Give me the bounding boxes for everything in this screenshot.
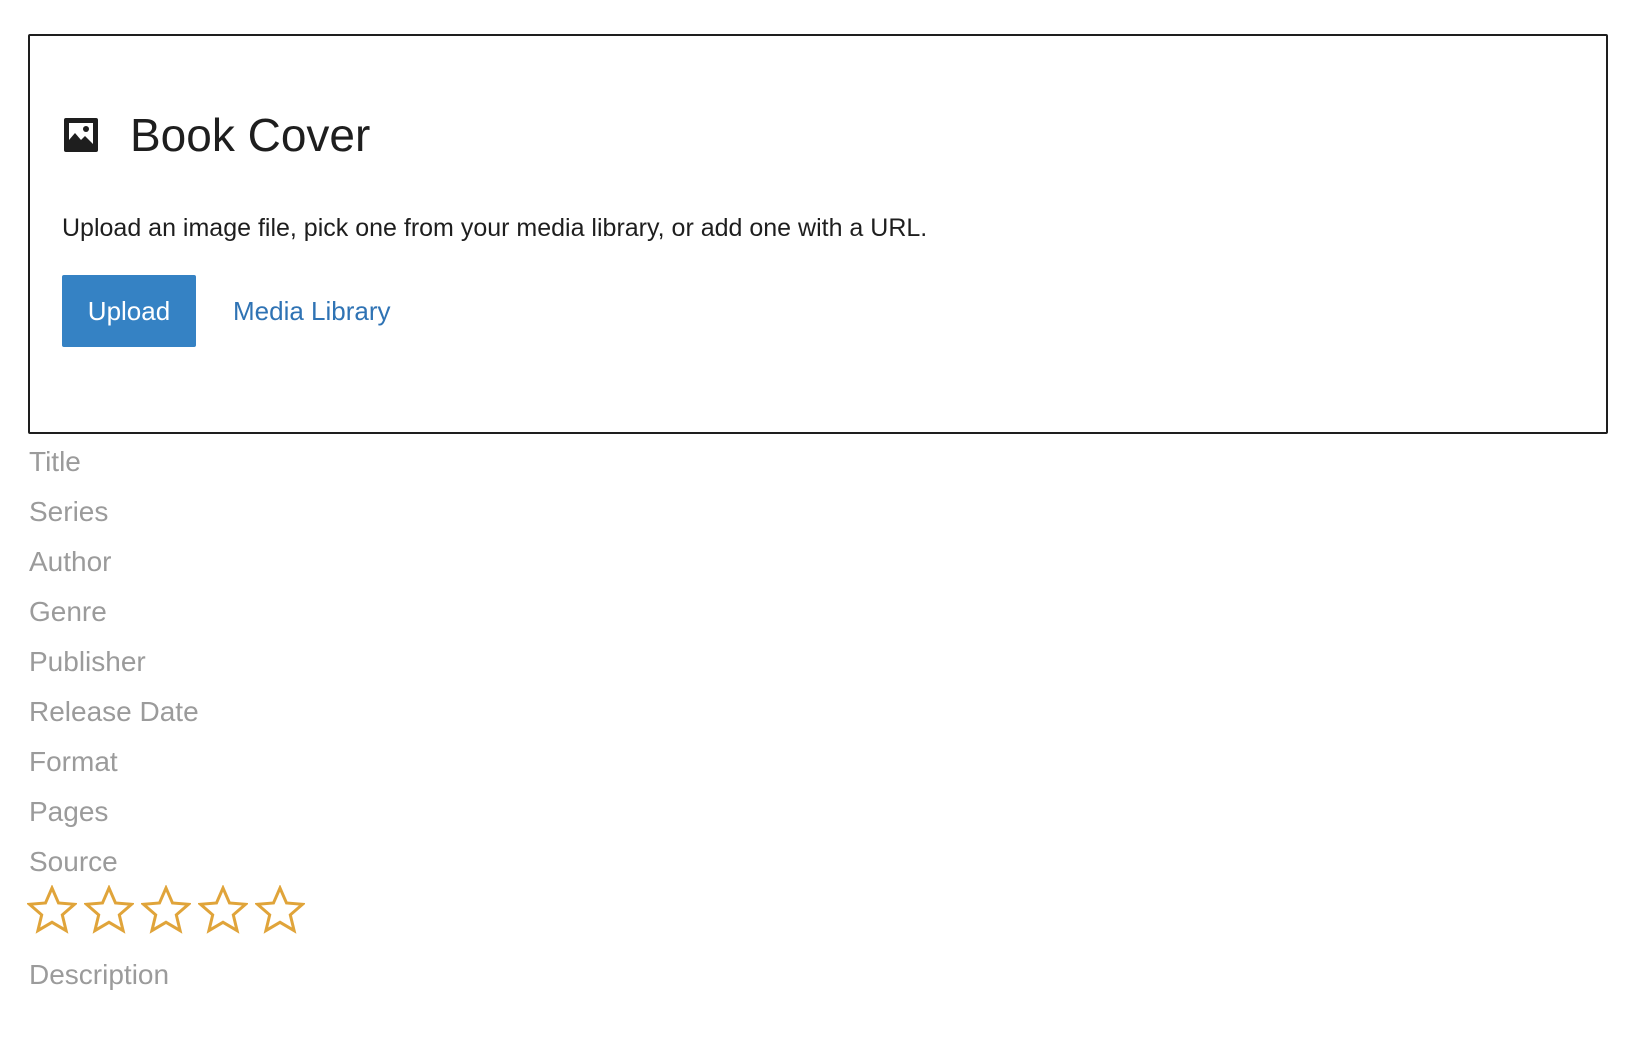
star-icon-1[interactable] — [27, 885, 77, 935]
format-field[interactable]: Format — [29, 737, 199, 787]
book-cover-title: Book Cover — [130, 109, 371, 161]
star-icon-3[interactable] — [141, 885, 191, 935]
genre-field[interactable]: Genre — [29, 587, 199, 637]
book-cover-block: Book Cover Upload an image file, pick on… — [28, 34, 1608, 434]
book-fields: Title Series Author Genre Publisher Rele… — [29, 437, 199, 887]
source-field[interactable]: Source — [29, 837, 199, 887]
publisher-field[interactable]: Publisher — [29, 637, 199, 687]
series-field[interactable]: Series — [29, 487, 199, 537]
pages-field[interactable]: Pages — [29, 787, 199, 837]
image-icon — [62, 116, 100, 154]
star-icon-5[interactable] — [255, 885, 305, 935]
author-field[interactable]: Author — [29, 537, 199, 587]
upload-button[interactable]: Upload — [62, 275, 196, 347]
upload-instructions: Upload an image file, pick one from your… — [62, 214, 928, 242]
star-rating — [27, 885, 312, 935]
star-icon-2[interactable] — [84, 885, 134, 935]
release-date-field[interactable]: Release Date — [29, 687, 199, 737]
media-library-link[interactable]: Media Library — [233, 296, 391, 327]
description-field[interactable]: Description — [29, 950, 169, 1000]
star-icon-4[interactable] — [198, 885, 248, 935]
cover-actions: Upload Media Library — [62, 275, 391, 347]
title-field[interactable]: Title — [29, 437, 199, 487]
book-cover-header: Book Cover — [62, 112, 370, 158]
